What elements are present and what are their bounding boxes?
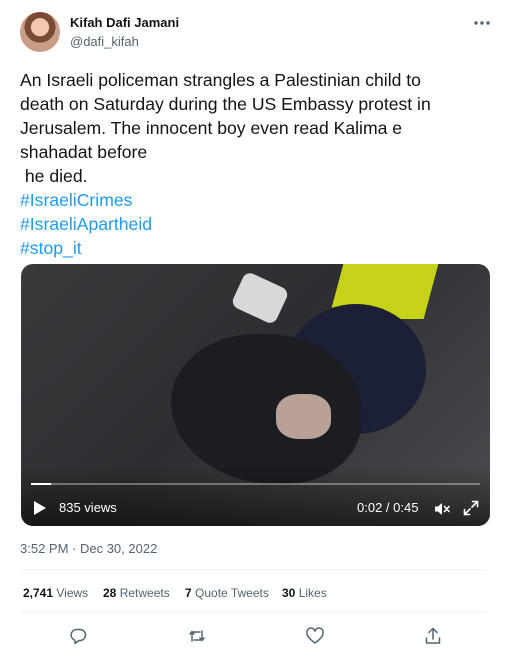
video-controls-overlay <box>21 466 490 526</box>
author-display-name[interactable]: Kifah Dafi Jamani <box>70 15 179 30</box>
reply-icon[interactable] <box>68 626 88 646</box>
avatar[interactable] <box>20 12 60 52</box>
video-frame <box>171 334 361 484</box>
tweet-text-line: Jerusalem. The innocent boy even read Ka… <box>20 118 403 138</box>
play-icon[interactable] <box>33 500 47 516</box>
tweet: Kifah Dafi Jamani @dafi_kifah An Israeli… <box>0 0 505 657</box>
tweet-text-line: death on Saturday during the US Embassy … <box>20 94 431 114</box>
video-progress-bar[interactable] <box>31 483 480 485</box>
quotes-count: 7 <box>185 586 192 600</box>
likes-label: Likes <box>298 586 327 600</box>
quote-tweets-stat[interactable]: 7 Quote Tweets <box>185 586 269 600</box>
tweet-text-line: he died. <box>20 166 88 186</box>
more-horizontal-icon[interactable] <box>473 14 491 30</box>
muted-speaker-icon[interactable] <box>433 500 451 518</box>
divider <box>20 612 486 613</box>
views-stat[interactable]: 2,741 Views <box>23 586 88 600</box>
hashtag-link[interactable]: #IsraeliCrimes <box>20 188 490 212</box>
video-time: 0:02 / 0:45 <box>357 500 419 515</box>
heart-icon[interactable] <box>305 626 325 646</box>
retweets-count: 28 <box>103 586 117 600</box>
hashtag-link[interactable]: #stop_it <box>20 236 490 260</box>
video-progress-fill <box>31 483 51 485</box>
video-frame <box>230 270 290 326</box>
likes-stat[interactable]: 30 Likes <box>282 586 327 600</box>
quotes-label: Quote Tweets <box>195 586 269 600</box>
tweet-text: An Israeli policeman strangles a Palesti… <box>20 68 490 260</box>
share-icon[interactable] <box>423 626 443 646</box>
hashtag-link[interactable]: #IsraeliApartheid <box>20 212 490 236</box>
retweets-stat[interactable]: 28 Retweets <box>103 586 170 600</box>
views-label: Views <box>56 586 89 600</box>
expand-icon[interactable] <box>463 500 479 516</box>
video-player[interactable]: 835 views 0:02 / 0:45 <box>21 264 490 526</box>
video-frame <box>276 394 331 439</box>
likes-count: 30 <box>282 586 296 600</box>
video-views: 835 views <box>59 500 117 515</box>
retweets-label: Retweets <box>119 586 170 600</box>
views-count: 2,741 <box>23 586 54 600</box>
tweet-text-line: An Israeli policeman strangles a Palesti… <box>20 70 421 90</box>
tweet-timestamp[interactable]: 3:52 PM · Dec 30, 2022 <box>20 541 157 556</box>
author-handle[interactable]: @dafi_kifah <box>70 34 139 49</box>
tweet-text-line: shahadat before <box>20 142 148 162</box>
retweet-icon[interactable] <box>187 626 207 646</box>
divider <box>20 569 486 570</box>
